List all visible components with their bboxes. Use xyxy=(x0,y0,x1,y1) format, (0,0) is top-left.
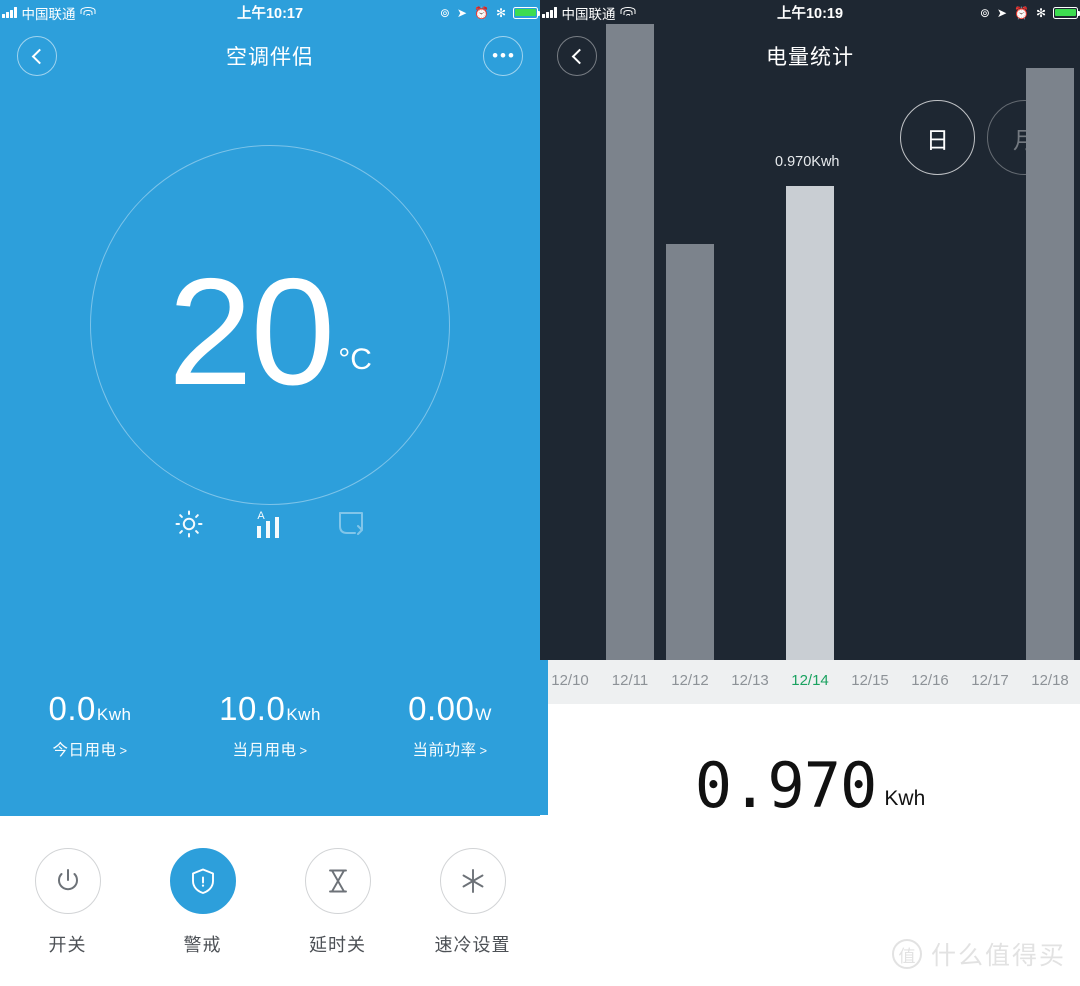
watermark-logo-icon: 值 xyxy=(891,939,922,969)
stat-unit: W xyxy=(475,705,492,724)
watermark-text: 什么值得买 xyxy=(930,942,1066,970)
readout-value: 0.970 xyxy=(694,749,878,822)
alarm-icon: ⏰ xyxy=(473,5,489,20)
stat-label: 今日用电 xyxy=(52,742,117,759)
fan-speed-auto-icon[interactable]: A xyxy=(252,508,288,545)
screenshot-root: 中国联通 上午10:17 ⊚ ➤ ⏰ ✻ 空调伴侣 ••• 20 °C A 0.… xyxy=(0,0,1080,986)
mode-icon-row: A xyxy=(0,508,540,545)
shield-icon xyxy=(169,848,236,914)
energy-bar-chart[interactable]: 0.970Kwh xyxy=(540,0,1080,660)
action-label: 速冷设置 xyxy=(434,935,511,955)
right-phone-screen: 中国联通 上午10:19 ⊚ ➤ ⏰ ✻ 电量统计 日 月 0.970Kwh 1… xyxy=(540,0,1080,986)
readout-unit: Kwh xyxy=(884,787,926,810)
watermark: 值 什么值得买 xyxy=(891,936,1066,972)
chevron-right-icon: > xyxy=(479,743,488,758)
chart-bar[interactable] xyxy=(1026,68,1074,660)
x-axis-tick: 12/17 xyxy=(971,672,1009,689)
stat-month-usage[interactable]: 10.0Kwh 当月用电 > xyxy=(180,690,360,760)
stat-value: 0.00 xyxy=(408,690,475,727)
more-options-button[interactable]: ••• xyxy=(483,36,523,76)
stat-unit: Kwh xyxy=(96,705,132,724)
stat-value: 0.0 xyxy=(48,690,96,727)
action-label: 开关 xyxy=(48,935,87,955)
stat-label: 当前功率 xyxy=(412,742,477,759)
action-label: 延时关 xyxy=(309,935,366,955)
chevron-right-icon: > xyxy=(119,743,128,758)
stat-unit: Kwh xyxy=(286,705,321,724)
action-delay-off[interactable]: 延时关 xyxy=(270,848,405,957)
x-axis-tick: 12/11 xyxy=(611,672,649,689)
x-axis-tick: 12/15 xyxy=(851,672,889,689)
x-axis-tick: 12/14 xyxy=(791,672,829,689)
status-right-group: ⊚ ➤ ⏰ ✻ xyxy=(439,5,540,20)
bluetooth-icon: ✻ xyxy=(495,5,506,20)
action-quick-cool[interactable]: 速冷设置 xyxy=(405,848,540,957)
chart-bar[interactable] xyxy=(606,24,654,660)
page-title: 空调伴侣 xyxy=(226,46,314,69)
chart-bar[interactable] xyxy=(786,185,834,660)
temperature-dial-ring[interactable] xyxy=(90,145,450,505)
chart-bar[interactable] xyxy=(666,244,714,660)
snowflake-icon xyxy=(439,848,506,914)
battery-icon xyxy=(513,6,540,19)
mode-heat-icon[interactable] xyxy=(174,509,204,544)
action-guard[interactable]: 警戒 xyxy=(135,848,270,957)
energy-readout: 0.970 Kwh xyxy=(540,755,1080,817)
stat-today-usage[interactable]: 0.0Kwh 今日用电 > xyxy=(0,690,180,760)
x-axis-tick: 12/18 xyxy=(1031,672,1069,689)
chart-tooltip-label: 0.970Kwh xyxy=(775,153,840,170)
energy-stats-row: 0.0Kwh 今日用电 > 10.0Kwh 当月用电 > 0.00W 当前功率 > xyxy=(0,690,540,760)
x-axis-tick: 12/13 xyxy=(731,672,769,689)
action-button-row: 开关 警戒 延时关 速冷设置 xyxy=(0,848,540,957)
chevron-right-icon: > xyxy=(299,743,308,758)
svg-text:A: A xyxy=(257,510,265,522)
rotation-lock-icon: ⊚ xyxy=(439,5,450,20)
power-icon xyxy=(34,848,101,914)
action-power[interactable]: 开关 xyxy=(0,848,135,957)
chart-x-axis: 12/10 12/11 12/12 12/13 12/14 12/15 12/16 12/17… xyxy=(540,660,1080,704)
left-phone-screen: 中国联通 上午10:17 ⊚ ➤ ⏰ ✻ 空调伴侣 ••• 20 °C A 0.… xyxy=(0,0,540,986)
x-axis-tick: 12/12 xyxy=(671,672,709,689)
x-axis-tick: 12/16 xyxy=(911,672,949,689)
action-label: 警戒 xyxy=(183,935,222,955)
left-status-bar: 中国联通 上午10:17 ⊚ ➤ ⏰ ✻ xyxy=(0,0,540,25)
left-nav-bar: 空调伴侣 ••• xyxy=(0,25,540,87)
stat-value: 10.0 xyxy=(219,690,286,727)
x-axis-tick: 12/10 xyxy=(551,672,589,689)
stat-current-power[interactable]: 0.00W 当前功率 > xyxy=(360,690,540,760)
swing-icon[interactable] xyxy=(336,509,366,544)
location-icon: ➤ xyxy=(456,5,467,20)
stat-label: 当月用电 xyxy=(232,742,297,759)
hourglass-icon xyxy=(304,848,371,914)
